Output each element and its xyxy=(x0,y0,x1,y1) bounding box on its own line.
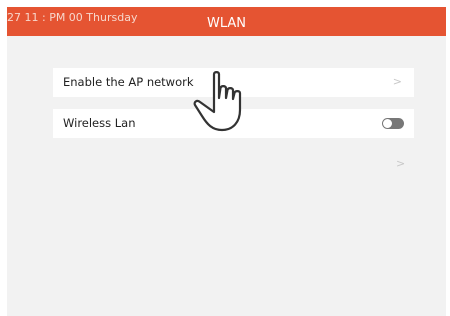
chevron-right-icon-extra[interactable]: > xyxy=(396,157,405,170)
hand-pointer-icon xyxy=(193,71,242,132)
page-title-text: WLAN xyxy=(206,16,246,31)
ap-network-label: Enable the AP network xyxy=(63,75,194,89)
wireless-lan-label: Wireless Lan xyxy=(63,116,136,130)
page-title: WLAN xyxy=(7,16,446,31)
wlan-settings-screen: 27 11 : PM 00 Thursday WLAN Enable the A… xyxy=(7,7,446,316)
wireless-lan-toggle[interactable] xyxy=(382,118,404,129)
header-bar: 27 11 : PM 00 Thursday WLAN xyxy=(7,7,446,36)
toggle-knob xyxy=(383,119,392,128)
chevron-right-icon: > xyxy=(392,75,402,88)
